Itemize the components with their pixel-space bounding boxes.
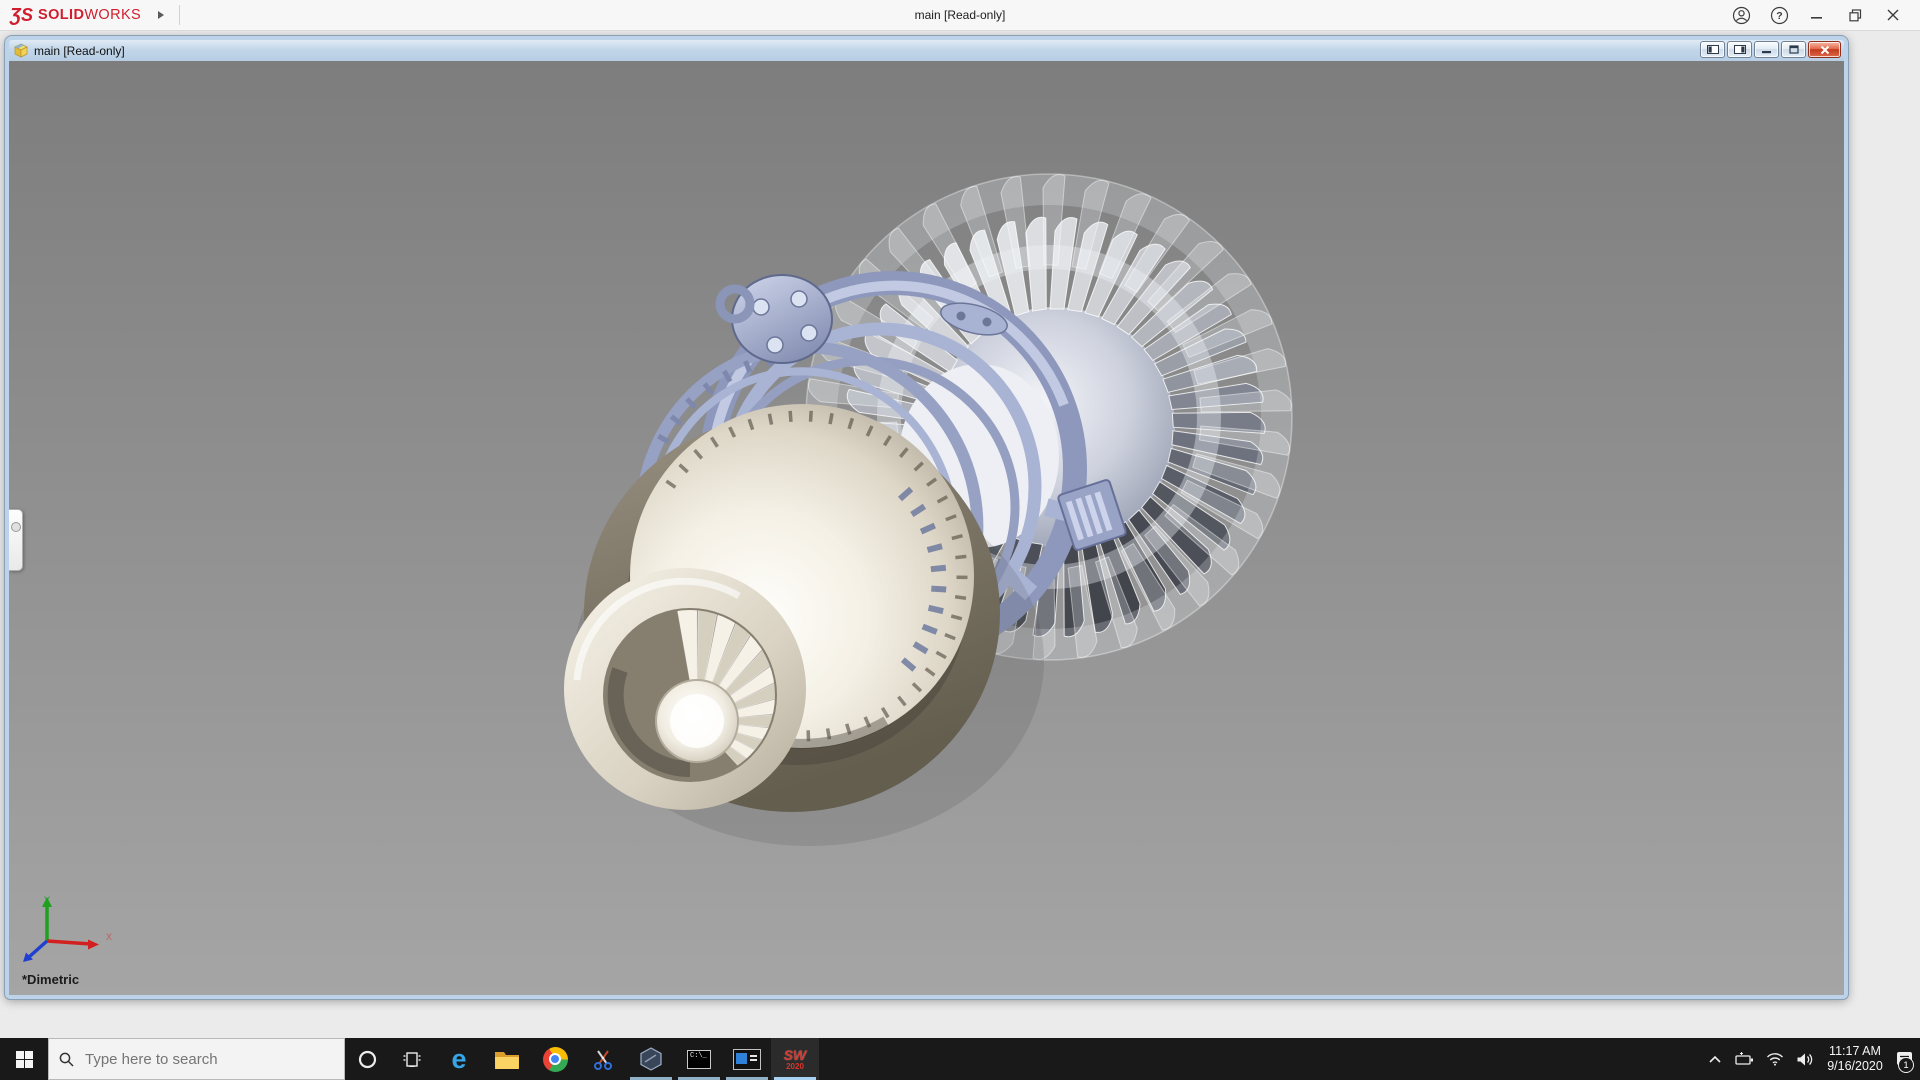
triad-x-label: X (106, 932, 112, 942)
taskbar-app-chrome[interactable] (531, 1038, 579, 1080)
volume-icon[interactable] (1790, 1038, 1820, 1080)
action-center-button[interactable]: 1 (1890, 1038, 1920, 1080)
account-icon[interactable] (1722, 1, 1760, 30)
solidworks-logo: ƷS SOLIDWORKS (0, 6, 141, 24)
view-orientation-label: *Dimetric (22, 972, 80, 987)
doc-close-button[interactable] (1808, 41, 1841, 58)
taskbar-app-edrawings[interactable] (627, 1038, 675, 1080)
titlebar-divider (179, 5, 181, 25)
search-icon (59, 1052, 74, 1067)
desktop: ƷS SOLIDWORKS main [Read-only] ? main [R… (0, 0, 1920, 1080)
show-right-pane-button[interactable] (1727, 41, 1752, 58)
restore-button[interactable] (1836, 1, 1874, 30)
triad-y-label: Y (44, 895, 50, 905)
document-title: main [Read-only] (34, 43, 125, 58)
taskbar-app-snipping-tool[interactable] (579, 1038, 627, 1080)
cortana-button[interactable] (345, 1038, 389, 1080)
tray-chevron-icon[interactable] (1700, 1038, 1730, 1080)
edge-icon: e (451, 1043, 467, 1074)
help-icon[interactable]: ? (1760, 1, 1798, 30)
svg-text:?: ? (1776, 10, 1782, 22)
doc-restore-button[interactable] (1781, 41, 1806, 58)
task-view-button[interactable] (389, 1038, 435, 1080)
app-titlebar: ƷS SOLIDWORKS main [Read-only] ? (0, 0, 1920, 31)
document-titlebar[interactable]: main [Read-only] (9, 40, 1844, 61)
taskbar-app-remote-window[interactable] (723, 1038, 771, 1080)
hexagon-app-icon (640, 1047, 662, 1071)
app-window-controls: ? (1722, 1, 1920, 30)
chrome-icon (542, 1046, 568, 1072)
show-left-pane-button[interactable] (1700, 41, 1725, 58)
file-explorer-icon (495, 1051, 519, 1069)
cortana-icon (358, 1050, 376, 1068)
taskbar-app-command-prompt[interactable]: C:\_ (675, 1038, 723, 1080)
close-button[interactable] (1874, 1, 1912, 30)
engine-model[interactable] (9, 61, 1844, 995)
wifi-icon[interactable] (1760, 1038, 1790, 1080)
taskbar-app-edge[interactable]: e (435, 1038, 483, 1080)
taskbar-search[interactable] (48, 1038, 345, 1080)
featuremanager-tab-icon (10, 522, 21, 532)
scissors-icon (594, 1050, 612, 1070)
task-view-icon (403, 1051, 421, 1067)
app-title: main [Read-only] (914, 8, 1006, 22)
system-tray: 11:17 AM 9/16/2020 1 (1700, 1038, 1920, 1080)
orientation-triad: Y X (23, 895, 112, 962)
document-window: main [Read-only] Y X *Dimetric (5, 36, 1848, 999)
tray-clock[interactable]: 11:17 AM 9/16/2020 (1820, 1038, 1890, 1080)
document-window-controls (1700, 41, 1841, 58)
graphics-viewport[interactable]: Y X *Dimetric (9, 61, 1844, 995)
windows-logo-icon (15, 1050, 33, 1068)
taskbar-app-file-explorer[interactable] (483, 1038, 531, 1080)
solidworks-logo-text: SOLIDWORKS (38, 6, 142, 23)
command-prompt-icon: C:\_ (687, 1049, 711, 1069)
tray-date: 9/16/2020 (1827, 1059, 1883, 1073)
battery-icon[interactable] (1730, 1038, 1760, 1080)
doc-minimize-button[interactable] (1754, 41, 1779, 58)
solidworks-app-icon: SW 2020 (783, 1046, 807, 1071)
solidworks-logo-mark: ƷS (10, 5, 34, 25)
search-input[interactable] (83, 1049, 317, 1069)
menu-flyout-arrow-icon[interactable] (157, 10, 165, 20)
remote-window-icon (733, 1048, 761, 1070)
notification-badge: 1 (1898, 1057, 1914, 1073)
minimize-button[interactable] (1798, 1, 1836, 30)
tray-time: 11:17 AM (1829, 1044, 1881, 1058)
start-button[interactable] (0, 1038, 48, 1080)
featuremanager-collapsed-tab[interactable] (9, 509, 23, 571)
taskbar-app-solidworks[interactable]: SW 2020 (771, 1038, 819, 1080)
assembly-document-icon (14, 43, 28, 58)
taskbar: e (0, 1038, 1920, 1080)
